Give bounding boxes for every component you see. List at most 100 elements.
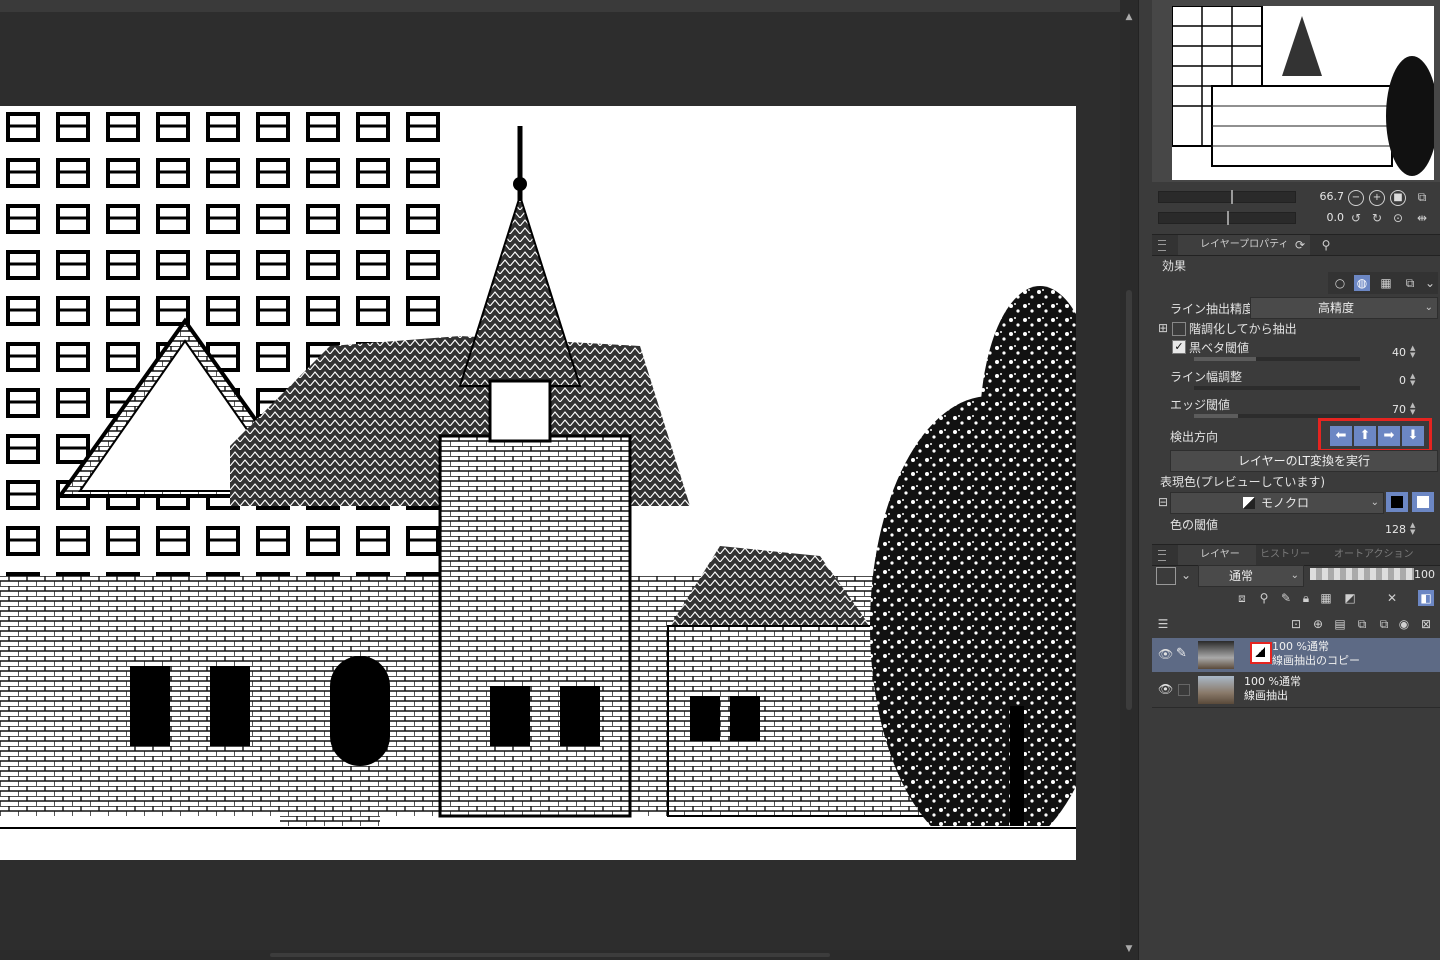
eye-icon[interactable]: 👁︎	[1158, 682, 1173, 696]
rotate-right-icon[interactable]: ↻	[1369, 210, 1385, 226]
fit-icon[interactable]: ■	[1390, 190, 1406, 206]
opacity-value[interactable]: 100	[1414, 568, 1440, 581]
eye-icon[interactable]: 👁︎	[1158, 647, 1173, 661]
edge-threshold-value[interactable]: 70	[1370, 403, 1406, 416]
reference-layer-icon[interactable]: ⚲	[1256, 590, 1272, 606]
chevron-down-icon: ⌄	[1424, 302, 1433, 313]
layer-info-line1: 100 %通常	[1244, 675, 1301, 688]
effect-line-extract-icon[interactable]: ◍	[1354, 275, 1370, 291]
layer-color-icon[interactable]: ◧	[1418, 590, 1434, 606]
black-color-swatch[interactable]	[1386, 492, 1408, 512]
tab-auto-action[interactable]: オートアクション	[1312, 545, 1414, 565]
layer-divider	[1152, 707, 1440, 708]
rotate-value: 0.0	[1326, 211, 1345, 224]
transfer-down-icon[interactable]: ⧉	[1354, 616, 1370, 632]
chevron-down-icon[interactable]: ⌄	[1178, 567, 1194, 583]
scroll-up-icon[interactable]: ▲	[1124, 12, 1134, 22]
zoom-in-icon[interactable]: +	[1369, 190, 1385, 206]
panel-grip-icon[interactable]	[1158, 550, 1166, 561]
lock-icon[interactable]: 🔒︎	[1298, 590, 1314, 606]
actual-size-icon[interactable]: ⧉	[1414, 189, 1430, 205]
effect-border-icon[interactable]: ○	[1332, 275, 1348, 291]
horizontal-scroll-thumb[interactable]	[270, 953, 830, 957]
black-threshold-checkbox[interactable]: ✓	[1172, 340, 1186, 354]
layer-name: 線画抽出のコピー	[1272, 654, 1360, 667]
line-extract-effect-icon[interactable]	[1250, 642, 1272, 664]
lock-transparency-icon[interactable]: ▦	[1318, 590, 1334, 606]
tab-layer-property[interactable]: レイヤープロパティ	[1178, 235, 1310, 255]
effect-tone-icon[interactable]: ▦	[1378, 275, 1394, 291]
black-threshold-value[interactable]: 40	[1370, 346, 1406, 359]
zoom-slider[interactable]	[1158, 190, 1296, 204]
navigator-preview-image	[1172, 6, 1434, 176]
black-threshold-spinner[interactable]: ▲ ▼	[1410, 345, 1418, 359]
mask-icon[interactable]: ◩	[1342, 590, 1358, 606]
execute-lt-conversion-button[interactable]: レイヤーのLT変換を実行	[1170, 450, 1438, 472]
clip-icon[interactable]: ⧈	[1234, 590, 1250, 606]
color-threshold-value[interactable]: 128	[1370, 523, 1406, 536]
tab-search-icon[interactable]: ⚲	[1318, 237, 1334, 253]
collapse-minus-icon[interactable]: ⊟	[1155, 494, 1171, 510]
canvas-image[interactable]	[0, 106, 1076, 860]
flip-icon[interactable]: ⇹	[1414, 210, 1430, 226]
line-width-value[interactable]: 0	[1370, 374, 1406, 387]
vertical-scroll-thumb[interactable]	[1126, 290, 1132, 710]
combine-icon[interactable]: ⧉	[1376, 616, 1392, 632]
layer-color-swatch[interactable]	[1156, 567, 1176, 585]
monochrome-icon	[1243, 497, 1255, 509]
layer-mask-icon[interactable]: ◉	[1396, 616, 1412, 632]
new-vector-layer-icon[interactable]: ⊕	[1310, 616, 1326, 632]
layers-icon[interactable]: ☰	[1155, 616, 1171, 632]
panel-grip-icon[interactable]	[1158, 240, 1166, 251]
tab-sub-tool-icon[interactable]: ⟳	[1292, 237, 1308, 253]
effect-section-title: 効果	[1162, 259, 1187, 273]
edit-target-icon[interactable]	[1178, 684, 1190, 696]
canvas-top-strip	[0, 0, 1120, 12]
ruler-icon[interactable]: ✕	[1384, 590, 1400, 606]
color-threshold-label: 色の閾値	[1170, 518, 1219, 532]
effect-menu-icon[interactable]: ⌄	[1422, 275, 1438, 291]
scroll-down-icon[interactable]: ▼	[1124, 944, 1134, 954]
blend-mode-value: 通常	[1229, 569, 1254, 583]
expression-color-label: 表現色(プレビューしています)	[1160, 475, 1326, 489]
opacity-slider[interactable]	[1310, 568, 1414, 580]
layer-name: 線画抽出	[1244, 689, 1288, 702]
white-color-swatch[interactable]	[1412, 492, 1434, 512]
new-folder-icon[interactable]: ▤	[1332, 616, 1348, 632]
posterize-checkbox[interactable]	[1172, 322, 1186, 336]
edge-threshold-spinner[interactable]: ▲ ▼	[1410, 402, 1418, 416]
reset-rotation-icon[interactable]: ⊙	[1390, 210, 1406, 226]
black-threshold-slider[interactable]	[1194, 357, 1360, 361]
expression-color-select[interactable]: モノクロ ⌄	[1170, 492, 1384, 514]
expression-color-value: モノクロ	[1261, 496, 1310, 510]
canvas-horizontal-scrollbar[interactable]	[0, 950, 1120, 960]
navigator-preview[interactable]	[1172, 6, 1434, 180]
new-raster-layer-icon[interactable]: ⊡	[1288, 616, 1304, 632]
chevron-down-icon: ⌄	[1370, 497, 1379, 508]
chevron-down-icon: ⌄	[1290, 570, 1299, 581]
tab-layer-property-label: レイヤープロパティ	[1200, 239, 1289, 250]
zoom-value: 66.7	[1319, 190, 1345, 203]
line-width-spinner[interactable]: ▲ ▼	[1410, 373, 1418, 387]
line-art-illustration	[0, 106, 1076, 860]
property-tab-bar: レイヤープロパティ ⟳ ⚲	[1152, 234, 1440, 256]
canvas-vertical-scrollbar[interactable]: ▲ ▼	[1122, 0, 1136, 960]
zoom-out-icon[interactable]: −	[1348, 190, 1364, 206]
rotate-left-icon[interactable]: ↺	[1348, 210, 1364, 226]
layer-row[interactable]: 👁︎ ✎ 100 %通常 線画抽出のコピー	[1152, 638, 1440, 672]
posterize-label: 階調化してから抽出	[1189, 322, 1297, 336]
rotate-slider[interactable]	[1158, 211, 1296, 225]
effect-color-icon[interactable]: ⧉	[1402, 275, 1418, 291]
layer-thumbnail	[1198, 676, 1234, 704]
line-width-slider[interactable]	[1194, 386, 1360, 390]
expand-plus-icon[interactable]: ⊞	[1155, 320, 1171, 336]
pen-icon[interactable]: ✎	[1176, 646, 1187, 661]
line-precision-select[interactable]: 高精度 ⌄	[1250, 297, 1438, 319]
tab-history[interactable]: ヒストリー	[1238, 545, 1310, 565]
layer-thumbnail	[1198, 641, 1234, 669]
draft-layer-icon[interactable]: ✎	[1278, 590, 1294, 606]
delete-layer-icon[interactable]: ⊠	[1418, 616, 1434, 632]
blend-mode-select[interactable]: 通常 ⌄	[1198, 565, 1304, 587]
layer-row[interactable]: 👁︎ 100 %通常 線画抽出	[1152, 673, 1440, 707]
color-threshold-spinner[interactable]: ▲ ▼	[1410, 522, 1418, 536]
